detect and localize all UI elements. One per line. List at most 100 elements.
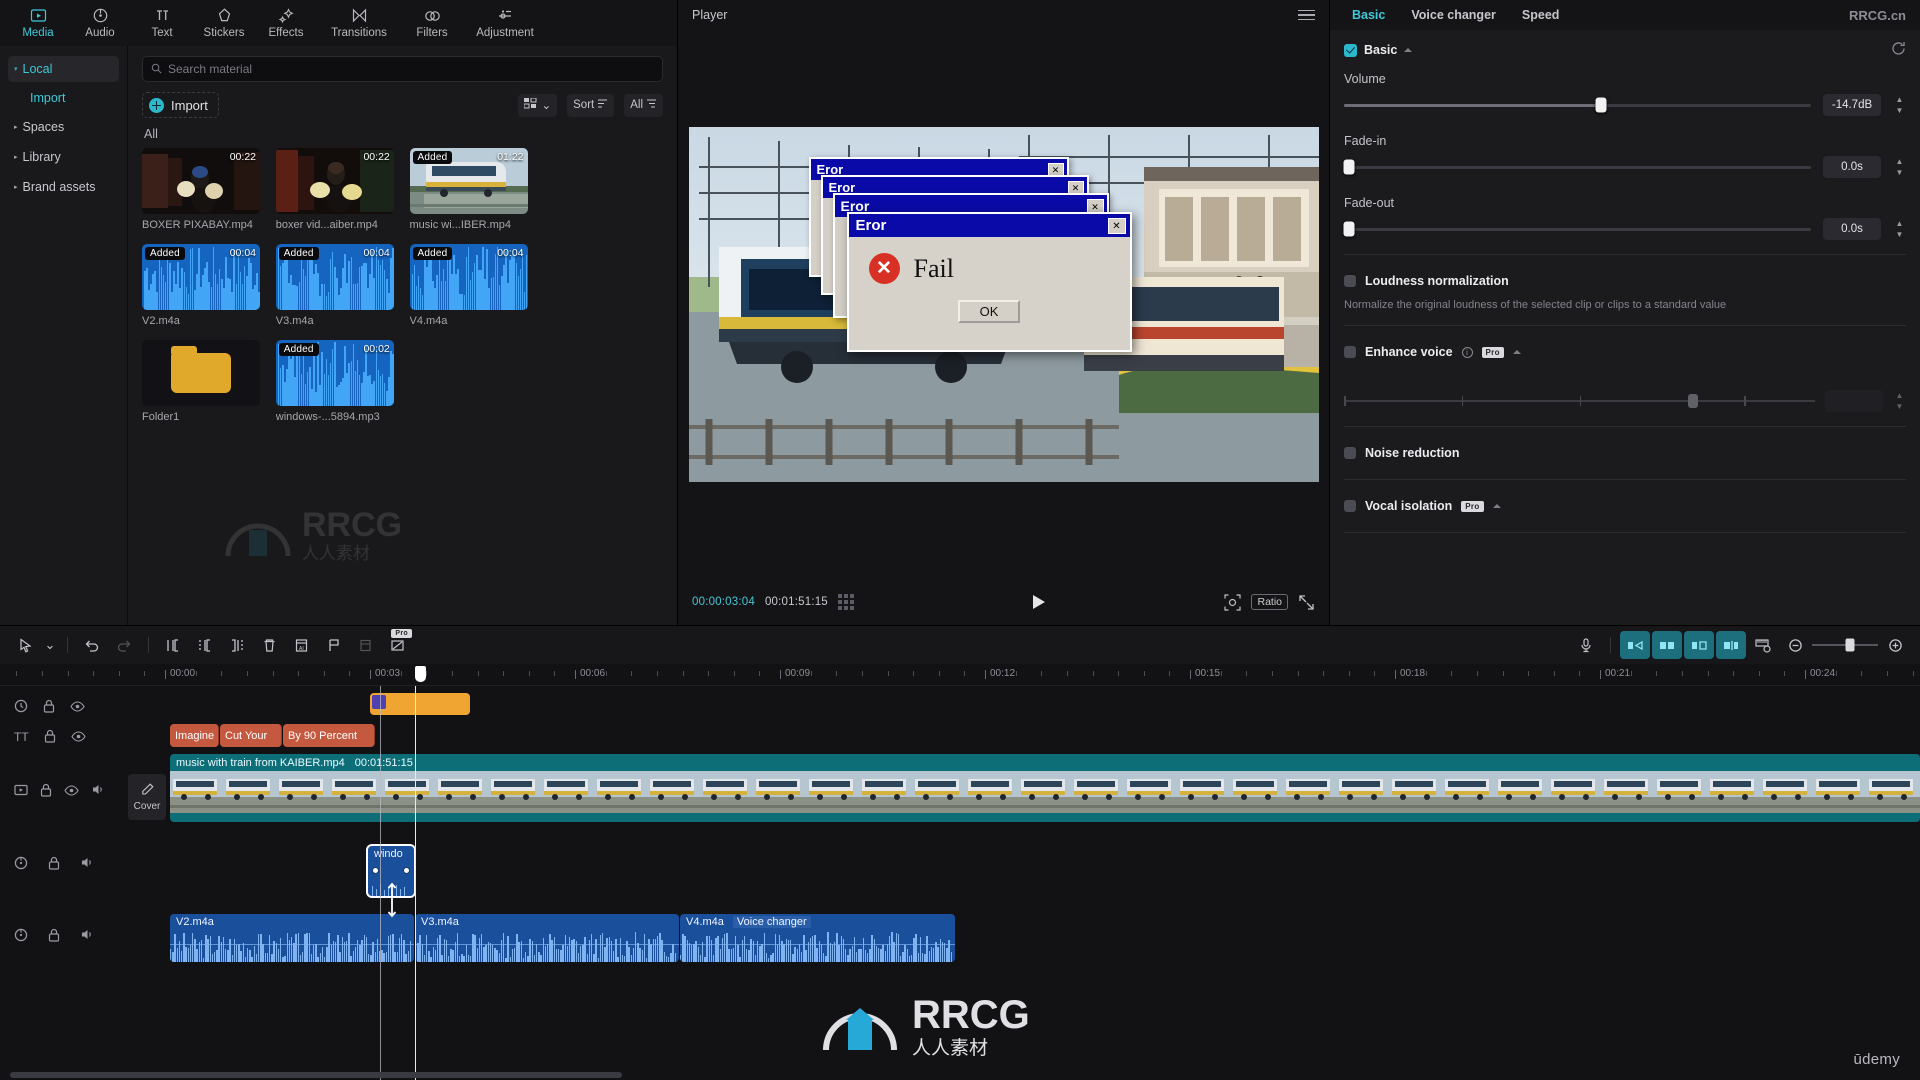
tab-adjustment[interactable]: Adjustment	[464, 1, 546, 45]
tab-basic[interactable]: Basic	[1352, 8, 1385, 22]
tab-text[interactable]: Text	[132, 1, 192, 45]
media-item[interactable]: Added 01:22 music wi...IBER.mp4	[409, 148, 528, 231]
enhance-voice-checkbox[interactable]	[1344, 346, 1356, 358]
playhead-secondary[interactable]	[380, 686, 381, 1080]
drag-vertical-icon[interactable]	[386, 882, 398, 918]
lock-icon[interactable]	[44, 729, 56, 746]
search-box[interactable]	[142, 56, 663, 82]
delete-icon[interactable]	[254, 631, 284, 659]
marker-icon[interactable]	[318, 631, 348, 659]
fade-out-value[interactable]: 0.0s	[1823, 218, 1881, 240]
zoom-fit-icon[interactable]	[1224, 593, 1242, 611]
volume-slider[interactable]	[1344, 97, 1811, 113]
horizontal-scrollbar[interactable]	[10, 1072, 622, 1078]
tab-stickers[interactable]: Stickers	[194, 1, 254, 45]
record-voiceover-icon[interactable]	[1571, 631, 1601, 659]
tab-transitions[interactable]: Transitions	[318, 1, 400, 45]
fade-out-slider-knob[interactable]	[1343, 221, 1355, 237]
sidebar-item-library[interactable]: ▸ Library	[8, 144, 119, 170]
tab-media[interactable]: Media	[8, 1, 68, 45]
filter-button[interactable]: All	[624, 93, 663, 117]
audio-clip[interactable]: V3.m4a	[415, 914, 679, 962]
clip-handle-left[interactable]	[372, 867, 379, 874]
tab-audio[interactable]: Audio	[70, 1, 130, 45]
text-clip[interactable]: Imagine	[170, 724, 219, 747]
split-center-icon[interactable]	[1652, 631, 1682, 659]
close-icon[interactable]: ✕	[1107, 217, 1126, 234]
media-item[interactable]: Added 00:04 V3.m4a	[275, 244, 394, 327]
vocal-isolation-row[interactable]: Vocal isolation Pro	[1344, 494, 1906, 518]
lock-icon[interactable]	[48, 928, 60, 945]
text-clip[interactable]: Cut Your	[220, 724, 282, 747]
sidebar-item-local[interactable]: ▾ Local	[8, 56, 119, 82]
enhance-voice-stepper[interactable]: ▲ ▼	[1893, 391, 1906, 411]
volume-icon[interactable]	[80, 928, 94, 944]
fade-in-slider-knob[interactable]	[1343, 159, 1355, 175]
audio-clip[interactable]: V2.m4a	[170, 914, 414, 962]
noise-reduction-checkbox[interactable]	[1344, 447, 1356, 459]
trim-left-icon[interactable]	[190, 631, 220, 659]
loudness-normalization-checkbox[interactable]	[1344, 275, 1356, 287]
mirror-right-icon[interactable]	[1684, 631, 1714, 659]
media-item[interactable]: Added 00:04 V4.m4a	[409, 244, 528, 327]
clock-icon[interactable]	[14, 699, 28, 716]
lock-icon[interactable]	[40, 783, 52, 800]
tab-effects[interactable]: Effects	[256, 1, 316, 45]
media-item[interactable]: Added 00:02 windows-...5894.mp3	[275, 340, 394, 423]
volume-icon[interactable]	[80, 856, 94, 872]
eye-icon[interactable]	[70, 700, 85, 715]
lock-icon[interactable]	[43, 699, 55, 716]
text-clip[interactable]: By 90 Percent	[283, 724, 375, 747]
enhance-voice-row[interactable]: Enhance voice i Pro	[1344, 340, 1906, 364]
eye-icon[interactable]	[71, 730, 86, 745]
zoom-slider[interactable]	[1812, 638, 1878, 652]
mirror-left-icon[interactable]	[1620, 631, 1650, 659]
frames-icon[interactable]	[837, 594, 854, 610]
align-center-icon[interactable]	[1716, 631, 1746, 659]
noise-reduction-row[interactable]: Noise reduction	[1344, 441, 1906, 465]
error-dialog-ok-button[interactable]: OK	[958, 300, 1020, 323]
trim-right-icon[interactable]	[222, 631, 252, 659]
timeline-ruler[interactable]: 00:00 00:03 00:06 00:09 00:12 00:15 00:18 00:21…	[0, 664, 1920, 686]
sidebar-item-spaces[interactable]: ▸ Spaces	[8, 114, 119, 140]
fullscreen-icon[interactable]	[1298, 594, 1315, 611]
volume-slider-knob[interactable]	[1595, 97, 1607, 113]
select-tool-dropdown-icon[interactable]: ⌄	[42, 631, 58, 659]
media-item[interactable]: 00:22 BOXER PIXABAY.mp4	[142, 148, 260, 231]
basic-section-checkbox[interactable]	[1344, 43, 1357, 57]
media-item[interactable]: Added 00:04 V2.m4a	[142, 244, 260, 327]
chevron-up-icon[interactable]	[1404, 48, 1413, 52]
sticker-clip[interactable]	[370, 693, 470, 715]
fade-in-slider[interactable]	[1343, 159, 1811, 175]
media-item[interactable]: Folder1	[142, 340, 260, 423]
playhead[interactable]	[415, 686, 416, 1080]
freeze-frame-icon[interactable]	[350, 631, 380, 659]
enhance-voice-value[interactable]	[1825, 390, 1883, 412]
loudness-normalization-row[interactable]: Loudness normalization	[1344, 269, 1906, 293]
volume-value[interactable]: -14.7dB	[1823, 94, 1881, 116]
chevron-up-icon[interactable]	[1512, 350, 1521, 354]
vocal-isolation-checkbox[interactable]	[1344, 500, 1356, 512]
timeline-ruler-icon[interactable]	[1748, 631, 1778, 659]
enhance-voice-slider-knob[interactable]	[1687, 394, 1698, 408]
tab-filters[interactable]: Filters	[402, 1, 462, 45]
import-button[interactable]: Import	[142, 92, 219, 118]
select-tool-icon[interactable]	[10, 631, 40, 659]
tab-voice-changer[interactable]: Voice changer	[1411, 8, 1496, 22]
tab-speed[interactable]: Speed	[1522, 8, 1560, 22]
error-dialog-front[interactable]: Eror ✕ ✕ Fail OK	[846, 212, 1132, 352]
sidebar-item-brand-assets[interactable]: ▸ Brand assets	[8, 174, 119, 200]
zoom-slider-knob[interactable]	[1845, 638, 1855, 652]
search-input[interactable]	[168, 62, 654, 76]
video-preview[interactable]: Eror ✕ Eror ✕ Eror ✕ Eror ✕ ✕ Fail OK	[688, 127, 1319, 482]
clip-handle-right[interactable]	[403, 867, 410, 874]
fade-in-value[interactable]: 0.0s	[1823, 156, 1881, 178]
fade-in-stepper[interactable]: ▲ ▼	[1893, 157, 1906, 177]
volume-stepper[interactable]: ▲ ▼	[1893, 95, 1906, 115]
zoom-in-icon[interactable]	[1880, 631, 1910, 659]
split-icon[interactable]	[158, 631, 188, 659]
reset-icon[interactable]	[1891, 41, 1906, 59]
eye-icon[interactable]	[64, 784, 79, 799]
zoom-out-icon[interactable]	[1780, 631, 1810, 659]
redo-icon[interactable]	[109, 631, 139, 659]
